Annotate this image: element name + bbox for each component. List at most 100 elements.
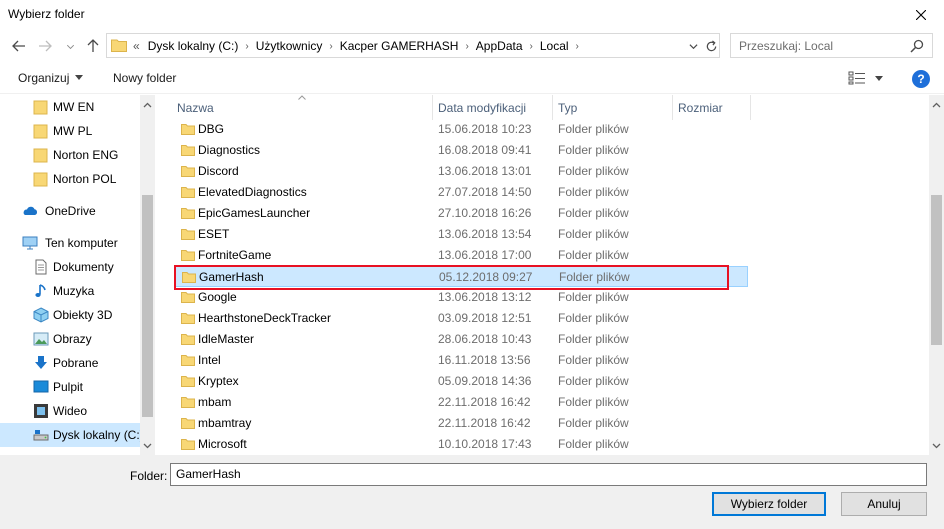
- up-button[interactable]: [82, 36, 104, 56]
- folder-icon: [181, 376, 195, 387]
- table-row[interactable]: DBG 15.06.2018 10:23 Folder plików: [174, 119, 748, 140]
- folder-icon: [182, 272, 196, 283]
- file-name: Discord: [198, 164, 239, 178]
- sidebar-item-mw-pl[interactable]: MW PL: [0, 119, 140, 143]
- sidebar-item-label: Muzyka: [53, 284, 95, 298]
- arrow-right-icon: [39, 40, 52, 52]
- chevron-right-icon[interactable]: ›: [530, 41, 533, 52]
- address-history-button[interactable]: [685, 37, 701, 55]
- table-row[interactable]: GamerHash 05.12.2018 09:27 Folder plików: [174, 266, 748, 287]
- refresh-button[interactable]: [702, 37, 720, 55]
- table-row[interactable]: HearthstoneDeckTracker 03.09.2018 12:51 Fo…: [174, 308, 748, 329]
- column-header-name[interactable]: Nazwa: [177, 95, 214, 120]
- address-bar[interactable]: « Dysk lokalny (C:) › Użytkownicy › Kacp…: [106, 33, 720, 58]
- table-row[interactable]: mbamtray 22.11.2018 16:42 Folder plików: [174, 413, 748, 434]
- breadcrumb-overflow[interactable]: «: [133, 39, 140, 53]
- breadcrumb-users[interactable]: Użytkownicy: [256, 39, 323, 53]
- breadcrumb-local[interactable]: Local: [540, 39, 569, 53]
- sidebar-item-label: Pulpit: [53, 380, 84, 394]
- file-list-scroll-thumb[interactable]: [931, 195, 942, 345]
- file-name: Intel: [198, 353, 221, 367]
- scroll-down-icon[interactable]: [143, 441, 152, 450]
- table-row[interactable]: Intel 16.11.2018 13:56 Folder plików: [174, 350, 748, 371]
- folder-field-label: Folder:: [130, 469, 168, 483]
- view-options-icon[interactable]: [848, 71, 866, 85]
- breadcrumb-appdata[interactable]: AppData: [476, 39, 523, 53]
- sidebar-item-downloads[interactable]: Pobrane: [0, 351, 140, 375]
- file-type: Folder plików: [558, 227, 629, 241]
- column-header-type[interactable]: Typ: [558, 95, 577, 120]
- column-header-size[interactable]: Rozmiar: [678, 95, 723, 120]
- column-divider[interactable]: [672, 95, 673, 120]
- navigation-bar: « Dysk lokalny (C:) › Użytkownicy › Kacp…: [0, 31, 944, 61]
- file-date: 13.06.2018 13:54: [438, 227, 532, 241]
- table-row[interactable]: Google 13.06.2018 13:12 Folder plików: [174, 287, 748, 308]
- close-button[interactable]: [898, 0, 944, 29]
- search-box[interactable]: Przeszukaj: Local: [730, 33, 933, 58]
- drive-icon: [33, 430, 49, 441]
- chevron-right-icon[interactable]: ›: [465, 41, 468, 52]
- file-name: EpicGamesLauncher: [198, 206, 311, 220]
- table-row[interactable]: mbam 22.11.2018 16:42 Folder plików: [174, 392, 748, 413]
- table-row[interactable]: IdleMaster 28.06.2018 10:43 Folder plików: [174, 329, 748, 350]
- new-folder-button[interactable]: Nowy folder: [113, 71, 176, 85]
- breadcrumb-user[interactable]: Kacper GAMERHASH: [340, 39, 459, 53]
- table-row[interactable]: EpicGamesLauncher 27.10.2018 16:26 Folder …: [174, 203, 748, 224]
- table-row[interactable]: FortniteGame 13.06.2018 17:00 Folder plikó…: [174, 245, 748, 266]
- sidebar-item-3d-objects[interactable]: Obiekty 3D: [0, 303, 140, 327]
- sidebar-item-mw-en[interactable]: MW EN: [0, 95, 140, 119]
- table-row[interactable]: Microsoft 10.10.2018 17:43 Folder plików: [174, 434, 748, 455]
- scroll-up-icon[interactable]: [143, 101, 152, 110]
- column-divider[interactable]: [750, 95, 751, 120]
- column-header-date[interactable]: Data modyfikacji: [438, 95, 526, 120]
- file-type: Folder plików: [558, 164, 629, 178]
- chevron-right-icon[interactable]: ›: [245, 41, 248, 52]
- table-row[interactable]: ESET 13.06.2018 13:54 Folder plików: [174, 224, 748, 245]
- column-divider[interactable]: [432, 95, 433, 120]
- file-list-scrollbar[interactable]: [929, 95, 944, 455]
- file-name: Google: [198, 290, 237, 304]
- sidebar-item-onedrive[interactable]: OneDrive: [0, 199, 140, 223]
- breadcrumb-drive[interactable]: Dysk lokalny (C:): [148, 39, 239, 53]
- help-icon[interactable]: ?: [912, 70, 930, 88]
- table-row[interactable]: Discord 13.06.2018 13:01 Folder plików: [174, 161, 748, 182]
- search-icon[interactable]: [910, 39, 924, 53]
- column-divider[interactable]: [552, 95, 553, 120]
- scroll-up-icon[interactable]: [932, 101, 941, 110]
- organize-button[interactable]: Organizuj: [18, 71, 84, 85]
- sidebar-item-videos[interactable]: Wideo: [0, 399, 140, 423]
- download-icon: [35, 356, 47, 369]
- file-date: 22.11.2018 16:42: [438, 395, 531, 409]
- sidebar-item-pictures[interactable]: Obrazy: [0, 327, 140, 351]
- sidebar-item-local-disk[interactable]: Dysk lokalny (C:): [0, 423, 144, 447]
- sidebar-item-norton-eng[interactable]: Norton ENG: [0, 143, 140, 167]
- recent-locations-button[interactable]: [62, 36, 78, 56]
- sidebar-scroll-thumb[interactable]: [142, 195, 153, 417]
- folder-name-input[interactable]: GamerHash: [170, 463, 927, 486]
- table-row[interactable]: ElevatedDiagnostics 27.07.2018 14:50 Folde…: [174, 182, 748, 203]
- chevron-right-icon[interactable]: ›: [576, 41, 579, 52]
- forward-button[interactable]: [34, 36, 56, 56]
- sidebar-item-music[interactable]: Muzyka: [0, 279, 140, 303]
- chevron-right-icon[interactable]: ›: [329, 41, 332, 52]
- refresh-icon: [706, 39, 716, 51]
- scroll-down-icon[interactable]: [932, 441, 941, 450]
- view-options-dropdown-icon[interactable]: [875, 76, 883, 81]
- cancel-button[interactable]: Anuluj: [841, 492, 927, 516]
- file-type: Folder plików: [558, 311, 629, 325]
- file-date: 03.09.2018 12:51: [438, 311, 532, 325]
- table-row[interactable]: Diagnostics 16.08.2018 09:41 Folder plików: [174, 140, 748, 161]
- back-button[interactable]: [8, 36, 30, 56]
- sidebar-item-desktop[interactable]: Pulpit: [0, 375, 140, 399]
- sidebar-item-label: Dysk lokalny (C:): [53, 428, 144, 442]
- file-name: ESET: [198, 227, 230, 241]
- sidebar-item-norton-pol[interactable]: Norton POL: [0, 167, 140, 191]
- sidebar-scrollbar[interactable]: [140, 95, 155, 455]
- sidebar-item-this-pc[interactable]: Ten komputer: [0, 231, 140, 255]
- sidebar-item-documents[interactable]: Dokumenty: [0, 255, 140, 279]
- table-row[interactable]: Kryptex 05.09.2018 14:36 Folder plików: [174, 371, 748, 392]
- select-folder-button[interactable]: Wybierz folder: [712, 492, 826, 516]
- folder-icon: [181, 208, 195, 219]
- file-date: 15.06.2018 10:23: [438, 122, 532, 136]
- music-icon: [35, 284, 46, 297]
